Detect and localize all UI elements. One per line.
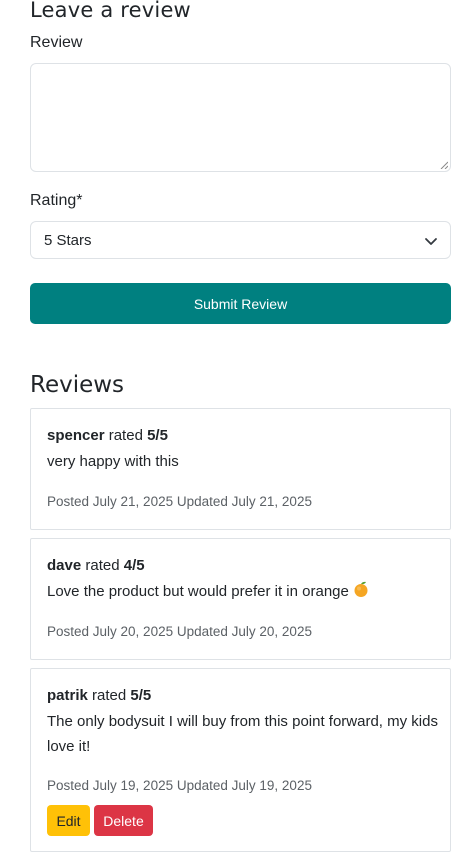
orange-fruit-icon	[354, 581, 368, 597]
review-text: The only bodysuit I will buy from this p…	[47, 713, 438, 755]
review-page: Leave a review Review Rating* 5 Stars Su…	[0, 0, 462, 861]
rating-select[interactable]: 5 Stars	[30, 221, 451, 259]
rating-label: Rating*	[30, 192, 83, 209]
review-author: spencer	[47, 427, 105, 444]
review-header: spencer rated 5/5	[47, 427, 168, 444]
review-rated-text: rated	[85, 557, 120, 574]
review-header: dave rated 4/5	[47, 557, 145, 574]
review-textarea[interactable]	[30, 63, 451, 172]
rating-select-value: 5 Stars	[44, 232, 92, 249]
review-meta: Posted July 21, 2025 Updated July 21, 20…	[47, 494, 312, 509]
review-author: patrik	[47, 687, 88, 704]
review-rating: 4/5	[123, 557, 145, 574]
review-rated-text: rated	[92, 687, 127, 704]
review-text: very happy with this	[47, 453, 179, 470]
review-posted-date: Posted July 20, 2025	[47, 624, 174, 639]
resize-handle-icon[interactable]	[440, 161, 448, 169]
review-posted-date: Posted July 21, 2025	[47, 494, 174, 509]
submit-review-button[interactable]: Submit Review	[30, 283, 451, 324]
review-rated-text: rated	[108, 427, 143, 444]
delete-review-button[interactable]: Delete	[94, 805, 153, 836]
review-meta: Posted July 19, 2025 Updated July 19, 20…	[47, 778, 312, 793]
review-text: Love the product but would prefer it in …	[47, 583, 349, 600]
leave-review-heading: Leave a review	[30, 0, 191, 22]
review-label: Review	[30, 34, 83, 51]
review-card: patrik rated 5/5 The only bodysuit I wil…	[30, 668, 451, 852]
review-card: spencer rated 5/5 very happy with this P…	[30, 408, 451, 530]
review-author: dave	[47, 557, 82, 574]
reviews-heading: Reviews	[30, 372, 125, 398]
review-rating: 5/5	[130, 687, 152, 704]
review-rating: 5/5	[147, 427, 168, 444]
review-posted-date: Posted July 19, 2025	[47, 778, 174, 793]
review-updated-date: Updated July 19, 2025	[176, 778, 312, 793]
review-updated-date: Updated July 21, 2025	[176, 494, 312, 509]
edit-review-button[interactable]: Edit	[47, 805, 90, 836]
chevron-down-icon	[425, 238, 437, 245]
review-text-line: Love the product but would prefer it in …	[47, 579, 442, 604]
review-header: patrik rated 5/5	[47, 687, 151, 704]
review-card: dave rated 4/5 Love the product but woul…	[30, 538, 451, 660]
review-updated-date: Updated July 20, 2025	[176, 624, 312, 639]
review-meta: Posted July 20, 2025 Updated July 20, 20…	[47, 624, 312, 639]
